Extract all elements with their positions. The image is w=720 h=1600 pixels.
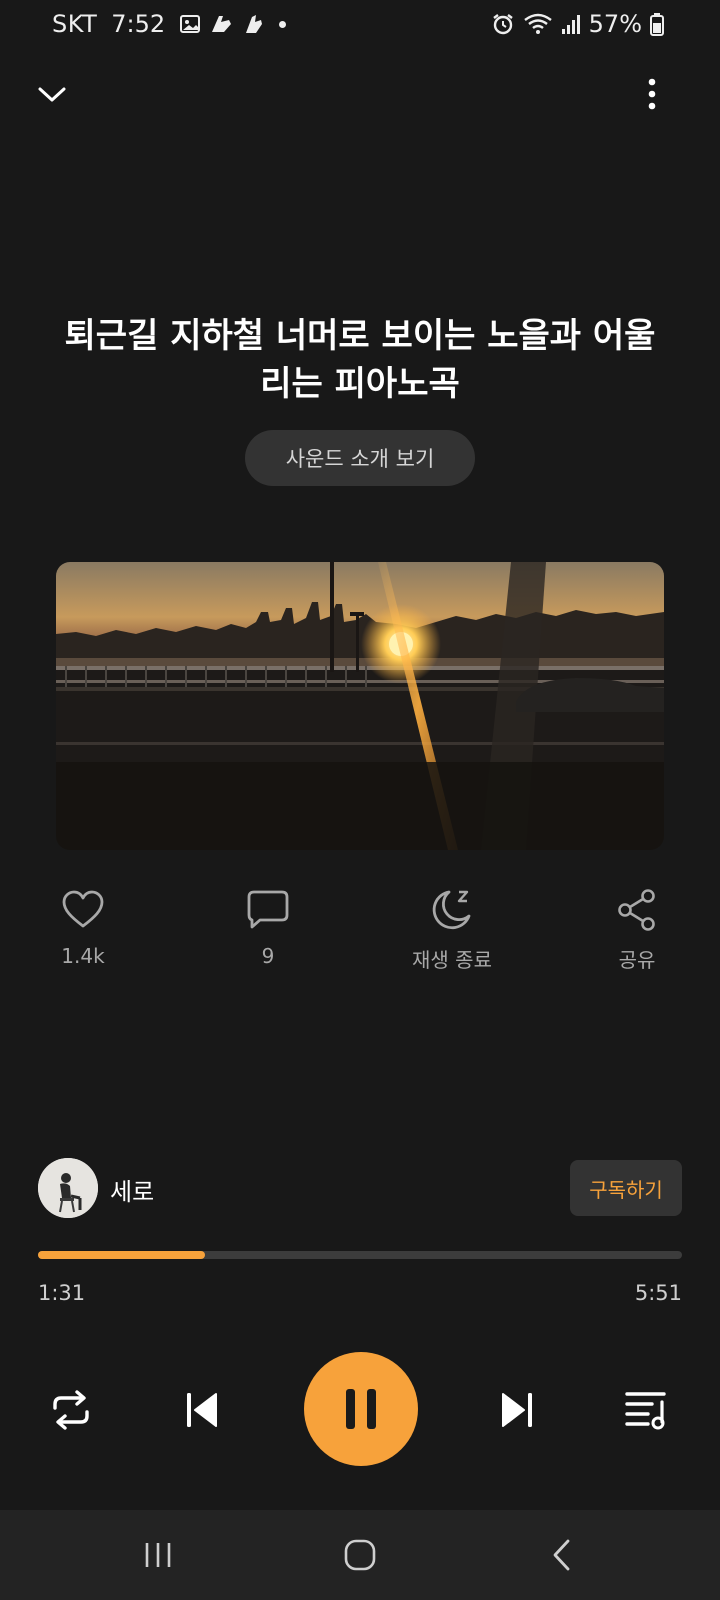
more-vertical-icon <box>648 78 656 110</box>
battery-percent: 57% <box>588 10 642 38</box>
playlist-icon <box>625 1392 666 1430</box>
sound-intro-button[interactable]: 사운드 소개 보기 <box>245 430 475 486</box>
signal-icon <box>561 15 580 34</box>
chevron-down-icon <box>38 87 66 102</box>
progress-bar[interactable] <box>38 1251 682 1259</box>
play-pause-button[interactable] <box>304 1352 418 1466</box>
recents-icon <box>145 1543 171 1567</box>
status-bar: SKT 7:52 57% <box>0 0 720 50</box>
sleep-timer-button[interactable]: 재생 종료 <box>372 886 532 973</box>
recents-button[interactable] <box>128 1530 188 1580</box>
current-time: 1:31 <box>38 1281 86 1305</box>
share-label: 공유 <box>618 948 656 972</box>
alarm-icon <box>492 14 513 35</box>
status-bar-left: SKT 7:52 <box>52 10 287 38</box>
sunset-photo <box>56 562 664 850</box>
repeat-button[interactable] <box>46 1385 96 1435</box>
progress-fill <box>38 1251 206 1259</box>
heart-icon <box>59 886 107 934</box>
sleep-timer-label: 재생 종료 <box>412 948 492 972</box>
home-button[interactable] <box>330 1530 390 1580</box>
cover-image <box>56 562 664 850</box>
artist-name[interactable]: 세로 <box>110 1172 154 1207</box>
skip-previous-icon <box>187 1393 217 1427</box>
collapse-button[interactable] <box>30 72 74 116</box>
playback-controls <box>0 1352 720 1466</box>
top-bar <box>0 68 720 118</box>
notification-icons <box>179 12 287 36</box>
previous-button[interactable] <box>177 1385 227 1435</box>
avatar[interactable] <box>38 1158 98 1218</box>
playlist-button[interactable] <box>622 1385 672 1435</box>
track-title: 퇴근길 지하철 너머로 보이는 노을과 어울리는 피아노곡 <box>64 316 656 404</box>
carrier-label: SKT <box>52 10 98 38</box>
comment-count: 9 <box>261 944 275 968</box>
back-button[interactable] <box>532 1530 592 1580</box>
total-time: 5:51 <box>634 1281 682 1305</box>
next-button[interactable] <box>492 1385 542 1435</box>
skip-next-icon <box>502 1393 532 1427</box>
dot-icon <box>279 20 287 28</box>
like-count: 1.4k <box>61 944 105 968</box>
moon-sleep-icon <box>428 886 476 934</box>
comment-button[interactable]: 9 <box>188 886 348 968</box>
repeat-icon <box>53 1390 89 1430</box>
subscribe-button[interactable]: 구독하기 <box>570 1160 682 1216</box>
clock: 7:52 <box>111 10 166 38</box>
battery-icon <box>650 13 664 36</box>
music-player-screen: SKT 7:52 57% 퇴근길 지하철 너머로 보이는 노을과 어울리는 피아… <box>0 0 720 1600</box>
wifi-icon <box>523 13 552 34</box>
system-nav-bar <box>0 1510 720 1600</box>
back-icon <box>553 1539 570 1571</box>
more-options-button[interactable] <box>630 72 674 116</box>
gallery-icon <box>180 15 201 33</box>
pause-icon <box>346 1389 376 1429</box>
home-icon <box>344 1539 376 1571</box>
comment-icon <box>244 886 292 934</box>
app-notification-icon <box>246 15 263 33</box>
artist-row: 세로 구독하기 <box>38 1158 682 1218</box>
share-button[interactable]: 공유 <box>557 886 717 973</box>
action-row: 1.4k 9 재생 종료 공유 <box>0 886 720 986</box>
app-notification-icon <box>212 16 232 32</box>
like-button[interactable]: 1.4k <box>3 886 163 968</box>
status-bar-right: 57% <box>491 10 664 38</box>
share-icon <box>613 886 661 934</box>
